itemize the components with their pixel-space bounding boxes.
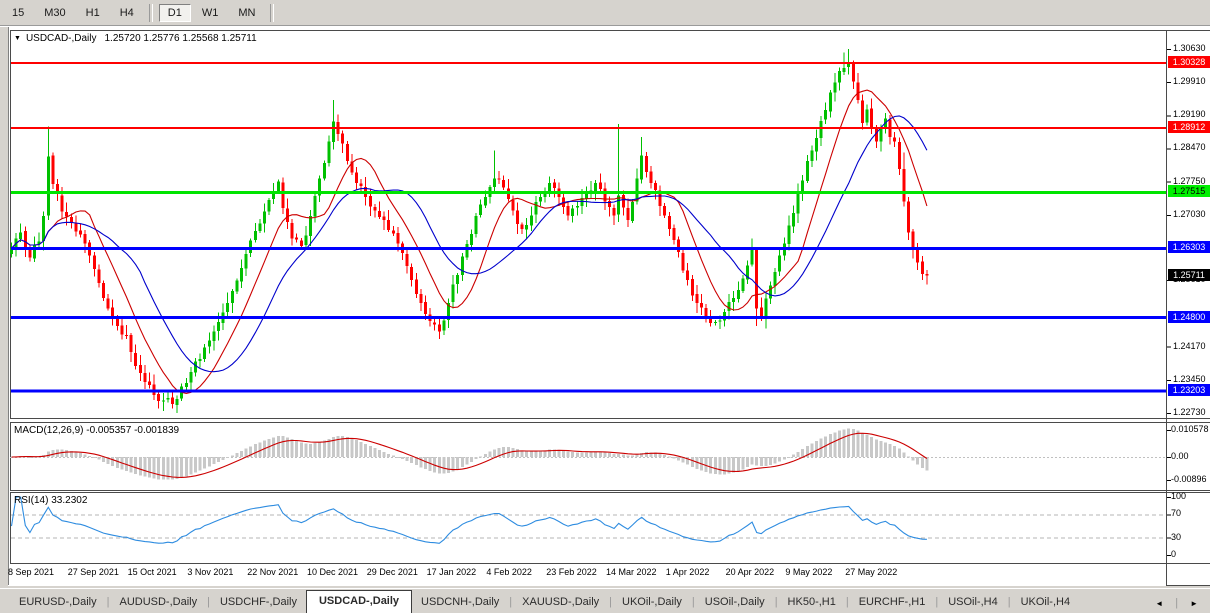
symbol-tab-USOil-H4[interactable]: USOil-,H4 [939,592,1007,613]
tab-separator: | [1169,597,1184,613]
symbol-tab-UKOil-H4[interactable]: UKOil-,H4 [1012,592,1080,613]
symbol-tab-AUDUSD-Daily[interactable]: AUDUSD-,Daily [110,592,206,613]
symbol-tab-XAUUSD-Daily[interactable]: XAUUSD-,Daily [513,592,608,613]
symbol-tab-HK50-H1[interactable]: HK50-,H1 [779,592,845,613]
symbol-tab-EURUSD-Daily[interactable]: EURUSD-,Daily [10,592,106,613]
tab-scroll-right-icon[interactable]: ► [1184,599,1204,612]
tab-scroll-left-icon[interactable]: ◄ [1149,599,1169,612]
symbol-tab-USDCNH-Daily[interactable]: USDCNH-,Daily [412,592,508,613]
symbol-tab-USDCAD-Daily[interactable]: USDCAD-,Daily [306,590,412,613]
symbol-tab-UKOil-Daily[interactable]: UKOil-,Daily [613,592,691,613]
chart-canvas[interactable] [0,0,1210,613]
mt4-window: 15M30H1H4D1W1MN ▼USDCAD-,Daily1.25720 1.… [0,0,1210,613]
symbol-tab-USDCHF-Daily[interactable]: USDCHF-,Daily [211,592,306,613]
symbol-tab-USOil-Daily[interactable]: USOil-,Daily [696,592,774,613]
symbol-tab-bar: EURUSD-,Daily|AUDUSD-,Daily|USDCHF-,Dail… [0,588,1210,613]
symbol-tab-EURCHF-H1[interactable]: EURCHF-,H1 [850,592,935,613]
